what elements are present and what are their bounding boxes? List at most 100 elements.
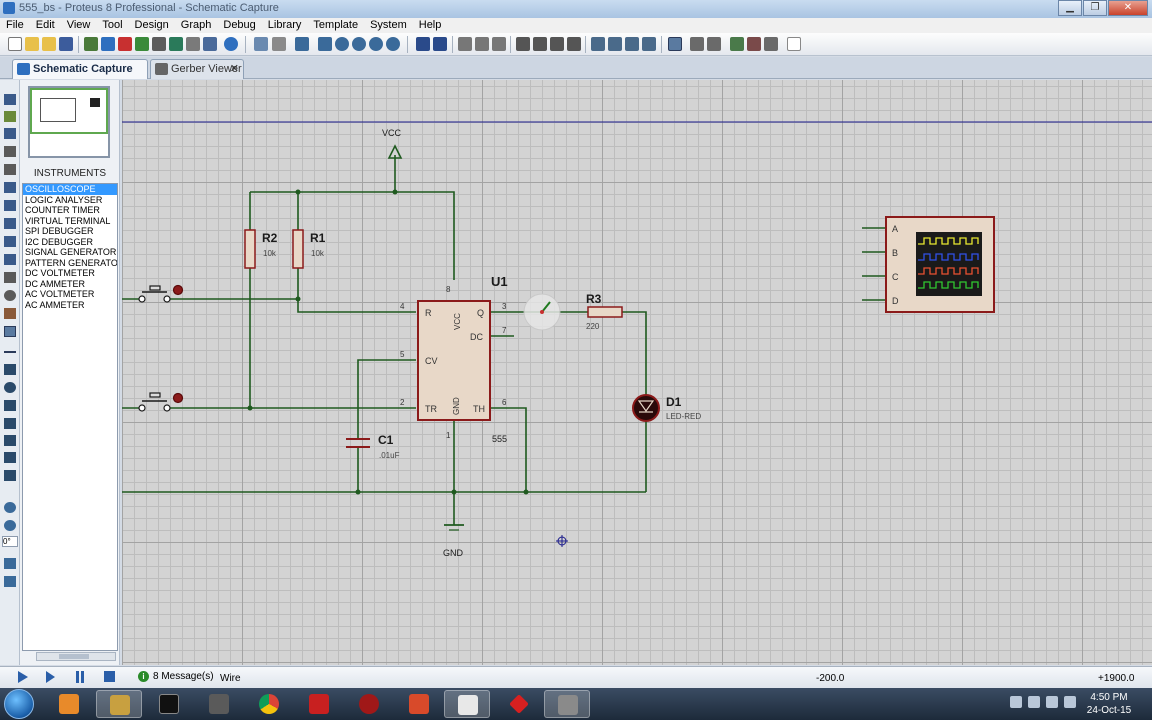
path-icon[interactable]	[4, 418, 16, 429]
tab-schematic-capture[interactable]: Schematic Capture	[12, 59, 148, 79]
messages-indicator[interactable]: i 8 Message(s)	[138, 671, 214, 682]
device-pins-icon[interactable]	[4, 236, 16, 247]
text-icon[interactable]	[4, 435, 16, 446]
generator-icon[interactable]	[4, 290, 16, 301]
grid-icon[interactable]	[272, 37, 286, 51]
list-item[interactable]: DC AMMETER	[23, 279, 117, 290]
box-icon[interactable]	[4, 364, 16, 375]
list-item[interactable]: SIGNAL GENERATOR	[23, 247, 117, 258]
resistor-r1[interactable]: R1 10k	[292, 229, 326, 269]
close-button[interactable]: ✕	[1108, 0, 1148, 16]
rotate-clockwise-icon[interactable]	[4, 502, 16, 513]
wire-r3-d1[interactable]	[622, 311, 647, 395]
wire-threshold[interactable]	[490, 407, 527, 492]
menu-help[interactable]: Help	[413, 18, 448, 33]
panel-scrollbar[interactable]	[36, 652, 116, 661]
pick-device-icon[interactable]	[591, 37, 605, 51]
voltage-probe-icon[interactable]	[4, 308, 16, 319]
mirror-y-icon[interactable]	[4, 576, 16, 587]
wire-r1-reset[interactable]	[297, 268, 416, 313]
list-item[interactable]: COUNTER TIMER	[23, 205, 117, 216]
list-item[interactable]: AC VOLTMETER	[23, 289, 117, 300]
list-item[interactable]: VIRTUAL TERMINAL	[23, 216, 117, 227]
zoom-in-icon[interactable]	[335, 37, 349, 51]
system-clock[interactable]: 4:50 PM 24-Oct-15	[1084, 691, 1134, 717]
volume-icon[interactable]	[1046, 696, 1058, 708]
taskbar-proteus[interactable]	[96, 690, 142, 718]
block-rotate-icon[interactable]	[550, 37, 564, 51]
list-item[interactable]: AC AMMETER	[23, 300, 117, 311]
menu-edit[interactable]: Edit	[30, 18, 61, 33]
taskbar-pickit[interactable]	[296, 690, 342, 718]
taskbar-file-manager[interactable]	[196, 690, 242, 718]
step-icon[interactable]	[46, 671, 55, 683]
text-script-icon[interactable]	[4, 164, 16, 175]
selection-mode-icon[interactable]	[4, 94, 16, 105]
list-item[interactable]: OSCILLOSCOPE	[23, 184, 117, 195]
line-icon[interactable]	[4, 351, 16, 353]
block-move-icon[interactable]	[533, 37, 547, 51]
taskbar-app-red[interactable]	[496, 690, 542, 718]
make-device-icon[interactable]	[608, 37, 622, 51]
start-button[interactable]	[4, 689, 34, 719]
search-tag-icon[interactable]	[690, 37, 704, 51]
terminals-icon[interactable]	[4, 218, 16, 229]
subcircuit-icon[interactable]	[4, 200, 16, 211]
menu-tool[interactable]: Tool	[96, 18, 128, 33]
list-item[interactable]: DC VOLTMETER	[23, 268, 117, 279]
graph-icon[interactable]	[4, 254, 16, 265]
menu-debug[interactable]: Debug	[217, 18, 261, 33]
led-d1[interactable]: D1 LED-RED	[632, 394, 701, 422]
wire-cv-c1[interactable]	[357, 359, 416, 438]
menu-file[interactable]: File	[0, 18, 30, 33]
instrument-list[interactable]: OSCILLOSCOPE LOGIC ANALYSER COUNTER TIME…	[22, 183, 118, 651]
schematic-canvas[interactable]: VCC GND R2 10k R1 10k U1 555 R VCC Q DC …	[122, 80, 1152, 665]
origin-icon[interactable]	[295, 37, 309, 51]
wire-label-icon[interactable]	[4, 146, 16, 157]
maximize-button[interactable]: ❐	[1083, 0, 1107, 16]
copy-icon[interactable]	[475, 37, 489, 51]
marker-icon[interactable]	[4, 470, 16, 481]
resistor-r2[interactable]: R2 10k	[244, 229, 278, 269]
remove-sheet-icon[interactable]	[747, 37, 761, 51]
junction-icon[interactable]	[4, 128, 16, 139]
rotation-angle-field[interactable]: 0°	[2, 536, 18, 547]
list-item[interactable]: I2C DEBUGGER	[23, 237, 117, 248]
undo-icon[interactable]	[416, 37, 430, 51]
design-explorer-icon[interactable]	[203, 37, 217, 51]
menu-design[interactable]: Design	[129, 18, 175, 33]
circle-icon[interactable]	[4, 382, 16, 393]
pause-icon[interactable]	[76, 671, 84, 683]
menu-graph[interactable]: Graph	[175, 18, 218, 33]
list-item[interactable]: PATTERN GENERATO	[23, 258, 117, 269]
home-icon[interactable]	[84, 37, 98, 51]
new-sheet-icon[interactable]	[730, 37, 744, 51]
bom-icon[interactable]	[169, 37, 183, 51]
rotate-anticlockwise-icon[interactable]	[4, 520, 16, 531]
play-icon[interactable]	[18, 671, 28, 683]
schematic-icon[interactable]	[101, 37, 115, 51]
help-icon[interactable]	[224, 37, 238, 51]
taskbar-recorder[interactable]	[544, 690, 590, 718]
menu-view[interactable]: View	[61, 18, 97, 33]
taskbar-chrome[interactable]	[246, 690, 292, 718]
redo-icon[interactable]	[433, 37, 447, 51]
decompose-icon[interactable]	[642, 37, 656, 51]
block-delete-icon[interactable]	[567, 37, 581, 51]
taskbar-ide[interactable]	[396, 690, 442, 718]
vcc-terminal[interactable]: VCC	[382, 128, 403, 159]
symbol-icon[interactable]	[4, 452, 16, 463]
gnd-terminal[interactable]: GND	[443, 524, 464, 558]
refresh-icon[interactable]	[254, 37, 268, 51]
wires[interactable]	[122, 155, 886, 525]
tape-recorder-icon[interactable]	[4, 272, 16, 283]
zoom-area-icon[interactable]	[386, 37, 400, 51]
package-tool-icon[interactable]	[625, 37, 639, 51]
open-folder-icon[interactable]	[25, 37, 39, 51]
resistor-r3[interactable]: R3 220	[586, 292, 623, 331]
component-mode-icon[interactable]	[4, 111, 16, 122]
import-icon[interactable]	[42, 37, 56, 51]
flag-icon[interactable]	[1064, 696, 1076, 708]
new-file-icon[interactable]	[8, 37, 22, 51]
stop-icon[interactable]	[104, 671, 115, 682]
